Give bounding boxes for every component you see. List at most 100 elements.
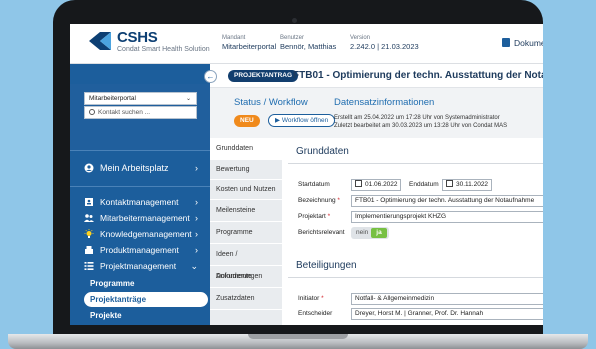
enddatum-value: 30.11.2022 [456, 181, 489, 188]
sidebar-item-knowledgemanagement[interactable]: Knowledgemanagement › [70, 226, 210, 242]
initiator-label: Initiator * [298, 295, 324, 302]
sidebar: Mitarbeiterportal ⌄ Kontakt suchen ... M… [70, 64, 210, 325]
initiator-field[interactable]: Notfall- & Allgemeinmedizin [351, 293, 543, 305]
tab-dokumente[interactable]: Dokumente [210, 266, 282, 288]
tab-kosten-und-nutzen[interactable]: Kosten und Nutzen [210, 180, 282, 200]
status-band: Status / Workflow NEU ▶︎ Workflow öffnen… [210, 88, 543, 138]
open-workflow-label: Workflow öffnen [281, 117, 329, 124]
chevron-right-icon: › [195, 245, 198, 255]
collapse-sidebar-button[interactable]: ← [204, 70, 217, 83]
datensatz-heading: Datensatzinformationen [334, 97, 435, 108]
enddatum-label: Enddatum [409, 181, 439, 188]
chevron-right-icon: › [195, 229, 198, 239]
version-label: Version [350, 35, 371, 41]
form-main: Grunddaten Startdatum 01.06.2022 Enddatu… [282, 138, 543, 325]
sidebar-item-label: Mein Arbeitsplatz [100, 163, 169, 173]
sidebar-item-mein-arbeitsplatz[interactable]: Mein Arbeitsplatz › [70, 158, 210, 178]
tab-bewertung[interactable]: Bewertung [210, 160, 282, 180]
tab-meilensteine[interactable]: Meilensteine [210, 200, 282, 222]
app-screen: CSHS Condat Smart Health Solution Mandan… [70, 24, 543, 325]
mandant-block: Mandant Mitarbeiterportal [222, 35, 276, 51]
sidebar-subitem-programme[interactable]: Programme [70, 276, 210, 291]
camera-dot [292, 18, 297, 23]
benutzer-block: Benutzer Bennör, Matthias [280, 35, 336, 51]
documents-button[interactable]: Dokume [502, 38, 543, 48]
mandant-value: Mitarbeiterportal [222, 42, 277, 51]
contact-search-input[interactable]: Kontakt suchen ... [84, 106, 197, 119]
toggle-on-label: ja [371, 228, 387, 238]
contact-search-placeholder: Kontakt suchen ... [98, 109, 151, 116]
mandant-label: Mandant [222, 35, 246, 41]
sidebar-item-label: Projektmanagement [100, 261, 177, 271]
chevron-right-icon: › [195, 197, 198, 207]
benutzer-label: Benutzer [280, 35, 305, 41]
toggle-off-label: nein [356, 229, 369, 236]
sidebar-item-produktmanagement[interactable]: Produktmanagement › [70, 242, 210, 258]
sidebar-subitem-projektantraege[interactable]: Projektanträge [84, 292, 208, 307]
sidebar-item-label: Mitarbeitermanagement [100, 213, 190, 223]
chevron-down-icon: ⌄ [185, 96, 191, 102]
record-header: PROJEKTANTRAG FTB01 - Optimierung der te… [210, 64, 543, 88]
chevron-down-icon: ⌄ [190, 261, 198, 271]
sidebar-item-label: Kontaktmanagement [100, 197, 179, 207]
berichtsrelevant-toggle[interactable]: nein ja [351, 227, 389, 239]
tab-zusatzdaten[interactable]: Zusatzdaten [210, 288, 282, 310]
sidebar-item-projektmanagement[interactable]: Projektmanagement ⌄ [70, 258, 210, 274]
entscheider-field[interactable]: Dreyer, Horst M. | Granner, Prof. Dr. Ha… [351, 308, 543, 320]
datensatz-updated: Zuletzt bearbeitet am 30.03.2023 um 13:2… [334, 123, 508, 129]
brand-title: CSHS [117, 29, 158, 46]
enddatum-field[interactable]: 30.11.2022 [442, 179, 492, 191]
section-tabs: Grunddaten Bewertung Kosten und Nutzen M… [210, 138, 282, 325]
startdatum-value: 01.06.2022 [365, 181, 398, 188]
record-type-pill: PROJEKTANTRAG [228, 70, 299, 82]
calendar-icon [446, 180, 453, 187]
portal-select-value: Mitarbeiterportal [89, 95, 136, 102]
datensatz-created: Erstellt am 25.04.2022 um 17:28 Uhr von … [334, 115, 500, 121]
sidebar-item-kontaktmanagement[interactable]: Kontaktmanagement › [70, 194, 210, 210]
bulb-icon [84, 229, 94, 238]
sidebar-divider [70, 186, 210, 187]
chevron-right-icon: › [195, 163, 198, 173]
product-icon [85, 246, 93, 254]
bezeichnung-field[interactable]: FTB01 - Optimierung der techn. Ausstattu… [351, 195, 543, 207]
beteiligungen-heading: Beteiligungen [296, 260, 357, 271]
entscheider-chip: Dreyer, Horst M. [355, 310, 403, 317]
sidebar-item-label: Knowledgemanagement [100, 229, 192, 239]
bezeichnung-label: Bezeichnung * [298, 197, 340, 204]
search-icon [89, 109, 95, 115]
section-divider [288, 163, 543, 164]
tab-programme[interactable]: Programme [210, 222, 282, 244]
document-icon [502, 38, 510, 47]
grunddaten-heading: Grunddaten [296, 146, 349, 157]
sidebar-divider [70, 150, 210, 151]
documents-label: Dokume [514, 38, 543, 48]
status-badge: NEU [234, 115, 260, 127]
top-bar: CSHS Condat Smart Health Solution Mandan… [70, 24, 543, 64]
tab-grunddaten[interactable]: Grunddaten [210, 138, 282, 160]
project-icon [84, 262, 94, 270]
contact-icon [85, 198, 93, 206]
open-workflow-button[interactable]: ▶︎ Workflow öffnen [268, 114, 336, 127]
projektart-select[interactable]: Implementierungsprojekt KHZG [351, 211, 543, 223]
entscheider-label: Entscheider [298, 310, 333, 317]
tab-ideen-anforderungen[interactable]: Ideen / Anforderungen [210, 244, 282, 280]
berichtsrelevant-label: Berichtsrelevant [298, 229, 345, 236]
sidebar-subitem-projekte[interactable]: Projekte [70, 308, 210, 323]
sidebar-item-label: Produktmanagement [100, 245, 179, 255]
entscheider-chip: Granner, Prof. Dr. Hannah [407, 310, 484, 317]
version-block: Version 2.242.0 | 21.03.2023 [350, 35, 419, 51]
startdatum-field[interactable]: 01.06.2022 [351, 179, 401, 191]
section-divider [288, 277, 543, 278]
startdatum-label: Startdatum [298, 181, 330, 188]
laptop-base-notch [248, 334, 348, 339]
sidebar-item-mitarbeitermanagement[interactable]: Mitarbeitermanagement › [70, 210, 210, 226]
record-title: FTB01 - Optimierung der techn. Ausstattu… [293, 70, 543, 81]
status-workflow-heading: Status / Workflow [234, 97, 308, 108]
chevron-right-icon: › [195, 213, 198, 223]
version-value: 2.242.0 | 21.03.2023 [350, 42, 419, 51]
staff-icon [84, 214, 94, 222]
calendar-icon [355, 180, 362, 187]
portal-select[interactable]: Mitarbeiterportal ⌄ [84, 92, 197, 105]
benutzer-value: Bennör, Matthias [280, 42, 337, 51]
projektart-label: Projektart * [298, 213, 331, 220]
